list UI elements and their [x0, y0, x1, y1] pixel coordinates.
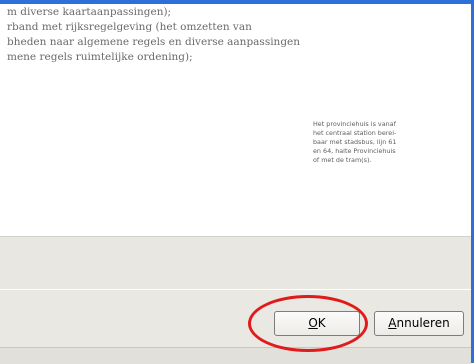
side-note-line: of met de tram(s). [313, 156, 372, 164]
cancel-label-rest: nnuleren [396, 316, 450, 330]
document-line: rband met rijksregelgeving (het omzetten… [7, 21, 252, 33]
side-note-line: het centraal station berei- [313, 129, 397, 137]
cancel-button[interactable]: Annuleren [374, 311, 464, 336]
document-preview: m diverse kaartaanpassingen); rband met … [0, 4, 471, 236]
document-line: m diverse kaartaanpassingen); [7, 6, 172, 18]
ok-button[interactable]: OK [274, 311, 360, 336]
side-note-line: en 64, halte Provinciehuis [313, 147, 396, 155]
ok-label-rest: K [317, 316, 326, 330]
ok-mnemonic: O [308, 316, 318, 330]
side-note: Het provinciehuis is vanaf het centraal … [313, 120, 397, 165]
side-note-line: Het provinciehuis is vanaf [313, 120, 396, 128]
document-line: bheden naar algemene regels en diverse a… [7, 36, 301, 48]
document-line: mene regels ruimtelijke ordening); [7, 51, 193, 63]
document-text: m diverse kaartaanpassingen); rband met … [7, 5, 301, 65]
dialog-bottom-strip [0, 347, 471, 364]
dialog-panel [0, 236, 471, 289]
side-note-line: baar met stadsbus, lijn 61 [313, 138, 397, 146]
cancel-mnemonic: A [388, 316, 397, 330]
